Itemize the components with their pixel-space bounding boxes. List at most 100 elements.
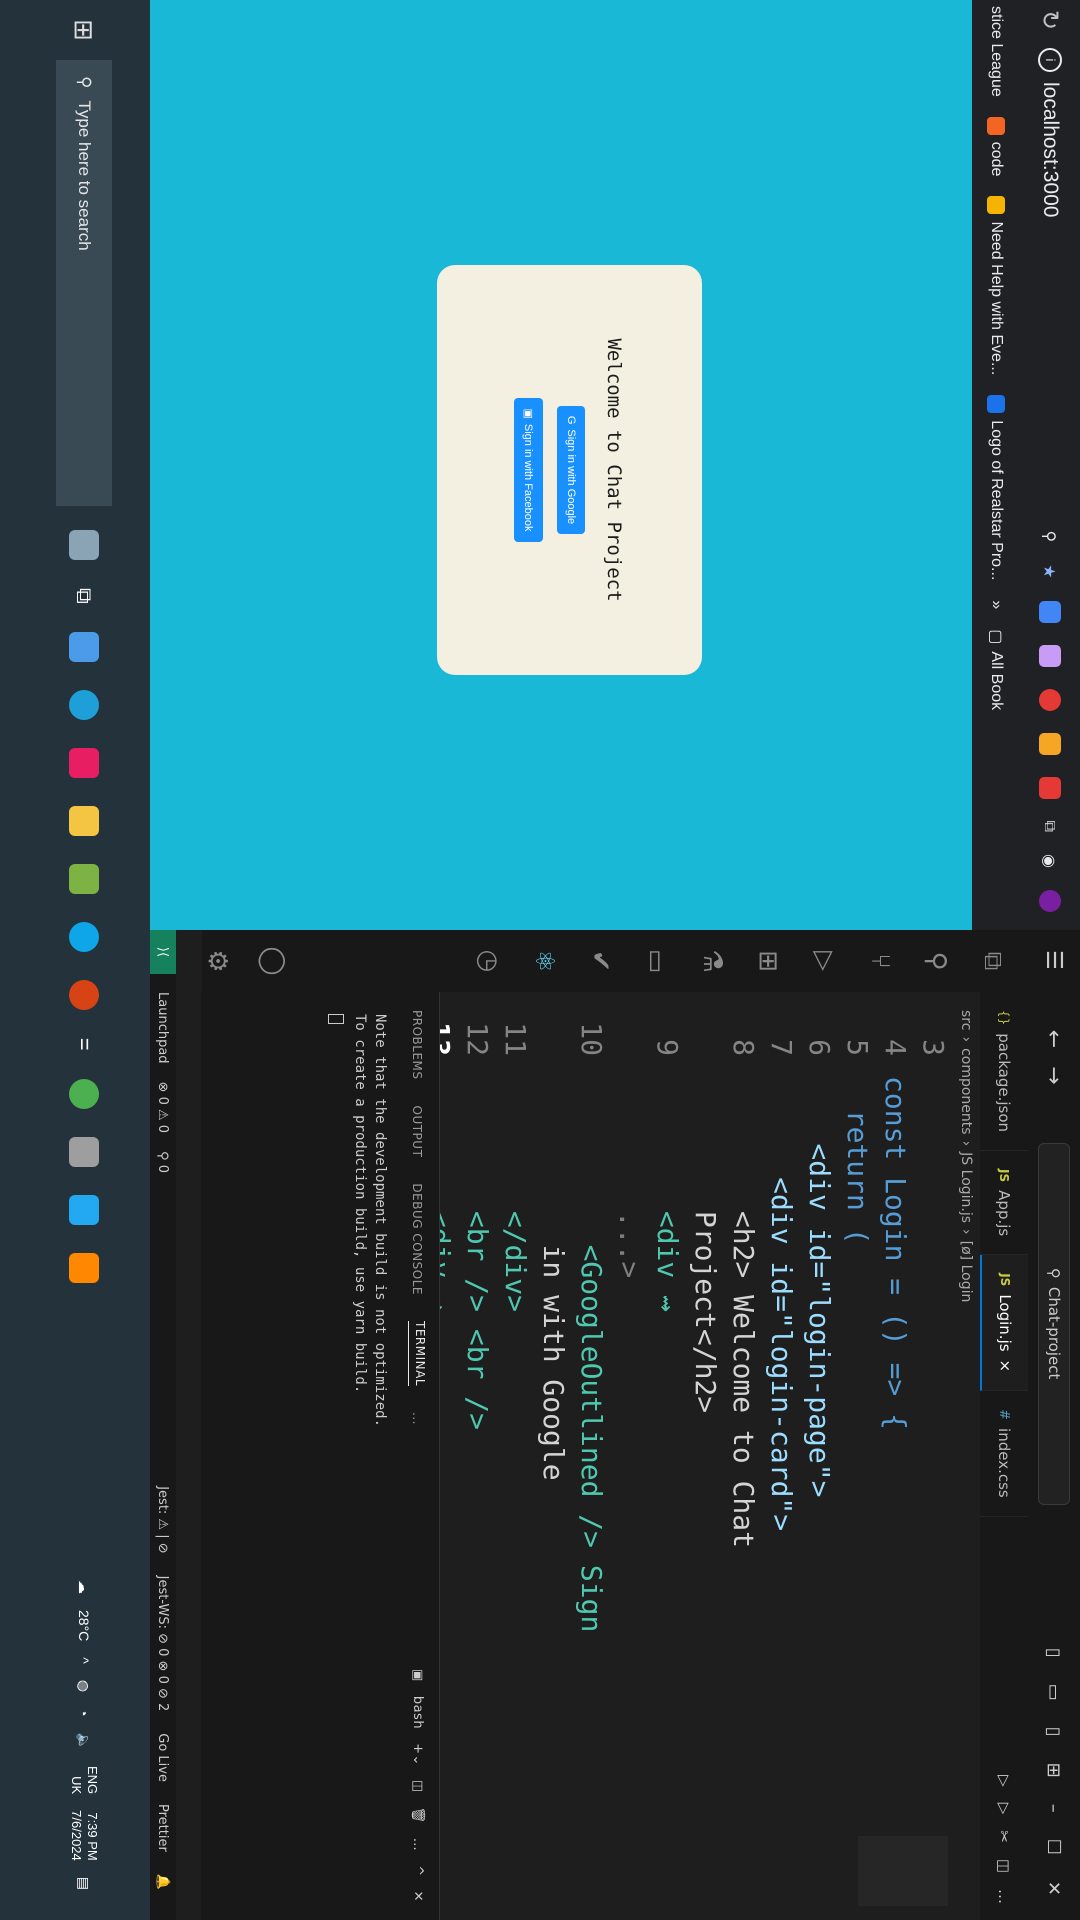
url-field[interactable]: i localhost:3000 xyxy=(1038,48,1062,217)
all-bookmarks-button[interactable]: ▢ All Book xyxy=(986,629,1006,710)
edge-browser-icon[interactable] xyxy=(69,921,99,952)
extension-icon[interactable] xyxy=(1039,600,1061,623)
clock[interactable]: 7:39 PM 7/6/2024 xyxy=(68,1810,100,1861)
reload-icon[interactable]: ↻ xyxy=(1036,0,1064,40)
minimize-button[interactable]: – xyxy=(1044,1804,1065,1813)
network-icon[interactable]: ◍ xyxy=(76,1680,93,1692)
file-explorer-icon[interactable] xyxy=(69,805,99,836)
menu-icon[interactable]: ☰ xyxy=(1042,950,1067,970)
terminal-output[interactable]: Note that the development build is not o… xyxy=(316,992,396,1920)
maximize-panel-icon[interactable]: ^ xyxy=(410,1865,425,1876)
task-view-icon[interactable]: ⧉ xyxy=(71,588,97,604)
volume-icon[interactable]: 🔈 xyxy=(76,1733,93,1750)
new-terminal-icon[interactable]: +⌄ xyxy=(410,1743,425,1766)
edge-icon[interactable] xyxy=(69,689,99,720)
remote-explorer-icon[interactable]: ▭ xyxy=(641,949,671,974)
mail-icon[interactable] xyxy=(69,631,99,662)
prettier-status[interactable]: Prettier xyxy=(156,1804,171,1852)
run-icon[interactable]: ▷ xyxy=(995,1775,1013,1787)
split-editor-icon[interactable]: ◫ xyxy=(995,1859,1013,1873)
windows-start-icon[interactable]: ⊞ xyxy=(69,0,100,60)
notifications-icon[interactable]: 🔔 xyxy=(156,1874,171,1890)
extension-icon[interactable] xyxy=(1039,688,1061,711)
google-signin-button[interactable]: G Sign in with Google xyxy=(557,405,585,535)
temperature[interactable]: 28°C xyxy=(76,1610,92,1641)
profile-icon[interactable]: ◉ xyxy=(1041,854,1060,868)
jest-status[interactable]: Jest: ⚠ | ⊘ xyxy=(156,1486,171,1553)
tray-expand-icon[interactable]: ^ xyxy=(76,1657,92,1664)
panel-more-icon[interactable]: ... xyxy=(411,1412,425,1425)
chrome-icon[interactable] xyxy=(69,1078,99,1109)
tab-login-js[interactable]: JS Login.js × xyxy=(980,1255,1028,1392)
tab-problems[interactable]: PROBLEMS xyxy=(411,1010,425,1080)
tab-index-css[interactable]: # index.css xyxy=(980,1391,1028,1517)
tools-icon[interactable]: ✂ xyxy=(995,1830,1013,1843)
run-icon[interactable]: ▷ xyxy=(995,1803,1013,1815)
history-arrows[interactable]: ←→ xyxy=(1042,1030,1067,1103)
bookmark-item[interactable]: code xyxy=(987,116,1005,176)
vpn-icon[interactable] xyxy=(69,863,99,894)
tab-package-json[interactable]: {} package.json xyxy=(980,992,1028,1152)
more-actions-icon[interactable]: … xyxy=(995,1889,1013,1904)
split-terminal-icon[interactable]: ◫ xyxy=(410,1780,425,1793)
language-indicator[interactable]: ENG UK xyxy=(68,1766,100,1794)
search-icon[interactable]: ⚲ xyxy=(921,951,951,970)
close-panel-icon[interactable]: ✕ xyxy=(410,1891,425,1902)
extension-icon[interactable] xyxy=(1039,776,1061,799)
weather-icon[interactable]: ☁ xyxy=(76,1580,93,1594)
ports-count[interactable]: ⚲ 0 xyxy=(156,1151,171,1173)
media-icon[interactable] xyxy=(69,747,99,778)
bookmark-item[interactable]: stice League xyxy=(987,6,1005,97)
layout-icon[interactable]: ⊞ xyxy=(1044,1763,1065,1778)
terminal-shell-label[interactable]: bash xyxy=(410,1696,425,1729)
layout-icon[interactable]: ▯ xyxy=(1044,1648,1065,1658)
explorer-icon[interactable]: ⧉ xyxy=(977,952,1008,971)
search-icon[interactable]: ⚲ xyxy=(1041,531,1060,543)
testing-icon[interactable]: ⚗ xyxy=(697,949,727,972)
close-tab-icon[interactable]: × xyxy=(996,1360,1014,1373)
vlc-icon[interactable] xyxy=(69,1252,99,1283)
vscode-icon[interactable] xyxy=(69,1194,99,1225)
check-icon[interactable]: ✔ xyxy=(585,950,615,972)
trash-icon[interactable]: 🗑 xyxy=(410,1807,425,1824)
facebook-signin-button[interactable]: ▣ Sign in with Facebook xyxy=(514,398,543,542)
tab-debug-console[interactable]: DEBUG CONSOLE xyxy=(411,1183,425,1295)
puzzle-icon[interactable]: ⧉ xyxy=(1040,821,1060,832)
extension-icon[interactable] xyxy=(1039,644,1061,667)
layout-icon[interactable]: ▭ xyxy=(1044,1684,1065,1701)
tab-output[interactable]: OUTPUT xyxy=(411,1106,425,1158)
tab-app-js[interactable]: JS App.js xyxy=(980,1151,1028,1256)
app-icon[interactable] xyxy=(69,1136,99,1167)
tab-terminal[interactable]: TERMINAL xyxy=(408,1321,427,1387)
run-debug-icon[interactable]: ▷ xyxy=(809,951,839,971)
avatar[interactable] xyxy=(1039,890,1061,912)
wifi-icon[interactable]: ◔ xyxy=(76,1708,92,1716)
code-editor[interactable]: 3 4 const Login = () => { 5 return ( 6 <d… xyxy=(423,992,952,1920)
taskbar-search[interactable]: ⚲ Type here to search xyxy=(56,60,112,506)
command-search[interactable]: ⚲ Chat-project xyxy=(1038,1142,1070,1505)
minimap[interactable] xyxy=(858,1836,948,1906)
problems-count[interactable]: ⊗ 0 ⚠ 0 xyxy=(156,1082,171,1134)
source-control-icon[interactable]: ⑂ xyxy=(865,953,895,969)
maximize-button[interactable]: ☐ xyxy=(1044,1839,1065,1855)
bookmark-item[interactable]: Logo of Realstar Pro... xyxy=(987,395,1005,580)
jest-ws-status[interactable]: Jest-WS: ⊘ 0 ⊗ 0 ⊘ 2 xyxy=(156,1576,171,1712)
extensions-icon[interactable]: ⊞ xyxy=(753,950,783,972)
account-icon[interactable]: ◯ xyxy=(258,946,288,975)
remote-indicator-icon[interactable]: ⟩⟨ xyxy=(150,930,176,974)
close-button[interactable]: ✕ xyxy=(1044,1881,1065,1896)
app-icon[interactable] xyxy=(69,979,99,1010)
more-bookmarks-button[interactable]: » xyxy=(987,600,1005,609)
react-icon[interactable]: ⚛ xyxy=(529,949,559,972)
site-info-icon[interactable]: i xyxy=(1038,48,1062,72)
go-live-button[interactable]: Go Live xyxy=(156,1733,171,1782)
star-icon[interactable]: ★ xyxy=(1041,564,1060,578)
settings-gear-icon[interactable]: ⚙ xyxy=(202,949,232,972)
bookmark-item[interactable]: Need Help with Eve... xyxy=(987,196,1005,375)
history-icon[interactable]: ◷ xyxy=(473,950,503,973)
layout-icon[interactable]: ▯ xyxy=(1044,1727,1065,1737)
equals-icon[interactable]: = xyxy=(71,1038,97,1051)
launchpad-item[interactable]: Launchpad xyxy=(156,992,171,1064)
notification-center-icon[interactable]: ▤ xyxy=(76,1877,93,1890)
extension-icon[interactable] xyxy=(1039,732,1061,755)
